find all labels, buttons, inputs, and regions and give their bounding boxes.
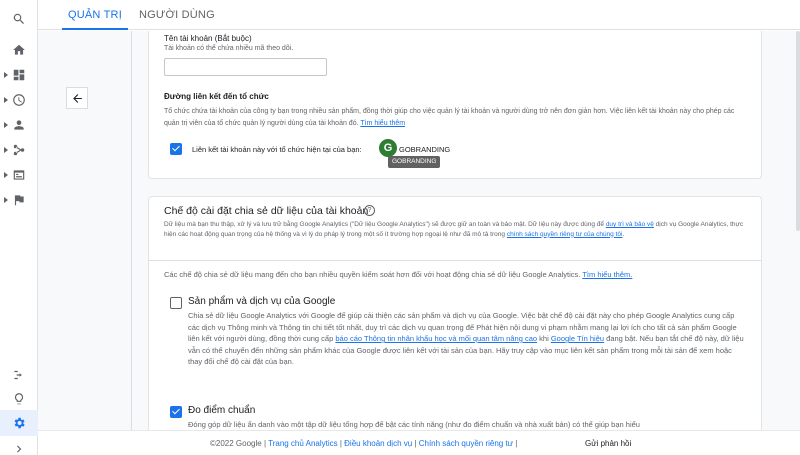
expand-caret-icon bbox=[4, 122, 8, 128]
organization-link-text: Tổ chức chứa tài khoản của công ty bạn t… bbox=[164, 108, 735, 127]
maintain-protect-link[interactable]: duy trì và bảo vệ bbox=[606, 221, 654, 228]
account-name-label: Tên tài khoản (Bắt buộc) bbox=[164, 34, 252, 43]
back-button[interactable] bbox=[66, 87, 88, 109]
help-icon[interactable]: ? bbox=[364, 205, 375, 216]
discover-icon[interactable] bbox=[0, 386, 38, 412]
sep-4: | bbox=[513, 439, 518, 448]
data-sharing-title: Chế độ cài đặt chia sẻ dữ liệu của tài k… bbox=[164, 205, 369, 217]
left-nav-rail bbox=[0, 0, 38, 455]
option1-text-2: khi bbox=[537, 334, 551, 343]
copyright: ©2022 Google bbox=[210, 439, 262, 448]
data-sharing-card: Chế độ cài đặt chia sẻ dữ liệu của tài k… bbox=[148, 196, 762, 430]
acquisition-icon[interactable] bbox=[0, 137, 38, 163]
expand-icon[interactable] bbox=[0, 436, 38, 455]
desc-text-3: . bbox=[622, 230, 625, 238]
desc-text-1: Dữ liệu mà bạn thu thập, xử lý và lưu tr… bbox=[164, 221, 606, 228]
google-products-checkbox[interactable] bbox=[170, 297, 182, 309]
link-organization-checkbox[interactable] bbox=[170, 143, 182, 155]
demographics-report-link[interactable]: báo cáo Thông tin nhân khẩu học và mối q… bbox=[335, 334, 537, 343]
terms-link[interactable]: Điều khoản dịch vụ bbox=[344, 439, 412, 448]
expand-caret-icon bbox=[4, 97, 8, 103]
customization-icon[interactable] bbox=[0, 62, 38, 88]
organization-logo: G bbox=[379, 139, 397, 157]
data-sharing-description: Dữ liệu mà bạn thu thập, xử lý và lưu tr… bbox=[164, 220, 749, 239]
search-icon[interactable] bbox=[0, 6, 38, 32]
send-feedback-link[interactable]: Gửi phản hồi bbox=[585, 439, 631, 448]
account-name-hint: Tài khoản có thể chứa nhiều mã theo dõi. bbox=[164, 45, 294, 52]
link-organization-label: Liên kết tài khoản này với tổ chức hiện … bbox=[192, 145, 362, 154]
footer-links: ©2022 Google | Trang chủ Analytics | Điề… bbox=[210, 439, 517, 448]
audience-icon[interactable] bbox=[0, 112, 38, 138]
benchmarking-description: Đóng góp dữ liệu ẩn danh vào một tập dữ … bbox=[188, 420, 640, 429]
organization-link-title: Đường liên kết đến tổ chức bbox=[164, 92, 269, 101]
intro-learn-more-link[interactable]: Tìm hiểu thêm. bbox=[582, 270, 632, 279]
main-content: Tên tài khoản (Bắt buộc) Tài khoản có th… bbox=[38, 31, 800, 430]
expand-caret-icon bbox=[4, 72, 8, 78]
attribution-icon[interactable] bbox=[0, 362, 38, 388]
arrow-back-icon bbox=[72, 93, 82, 103]
footer: ©2022 Google | Trang chủ Analytics | Điề… bbox=[38, 430, 800, 455]
expand-caret-icon bbox=[4, 147, 8, 153]
admin-gear-icon[interactable] bbox=[0, 410, 38, 436]
left-panel bbox=[52, 31, 132, 430]
privacy-policy-link[interactable]: chính sách quyền riêng tư của chúng tôi bbox=[507, 231, 623, 238]
realtime-icon[interactable] bbox=[0, 87, 38, 113]
account-setup-card: Tên tài khoản (Bắt buộc) Tài khoản có th… bbox=[148, 31, 762, 179]
organization-tooltip: GOBRANDING bbox=[388, 156, 441, 168]
divider bbox=[149, 260, 761, 261]
scrollbar[interactable] bbox=[796, 31, 800, 231]
benchmarking-checkbox[interactable] bbox=[170, 406, 182, 418]
privacy-link[interactable]: Chính sách quyền riêng tư bbox=[419, 439, 513, 448]
google-products-title: Sản phẩm và dịch vụ của Google bbox=[188, 296, 336, 307]
expand-caret-icon bbox=[4, 172, 8, 178]
expand-caret-icon bbox=[4, 197, 8, 203]
admin-tab-bar: QUẢN TRỊ NGƯỜI DÙNG bbox=[38, 0, 800, 30]
google-products-description: Chia sẻ dữ liệu Google Analytics với Goo… bbox=[188, 310, 748, 368]
google-signals-link[interactable]: Google Tín hiệu bbox=[551, 334, 604, 343]
account-name-input[interactable] bbox=[164, 58, 327, 76]
benchmarking-title: Đo điểm chuẩn bbox=[188, 405, 256, 416]
intro-text: Các chế độ chia sẻ dữ liệu mang đến cho … bbox=[164, 270, 581, 279]
learn-more-link[interactable]: Tìm hiểu thêm bbox=[360, 120, 405, 127]
analytics-home-link[interactable]: Trang chủ Analytics bbox=[268, 439, 338, 448]
tab-admin[interactable]: QUẢN TRỊ bbox=[62, 0, 128, 30]
tab-user[interactable]: NGƯỜI DÙNG bbox=[139, 0, 215, 30]
home-icon[interactable] bbox=[0, 37, 38, 63]
behavior-icon[interactable] bbox=[0, 162, 38, 188]
data-sharing-intro: Các chế độ chia sẻ dữ liệu mang đến cho … bbox=[164, 270, 632, 279]
organization-name: GOBRANDING bbox=[399, 145, 451, 154]
conversions-icon[interactable] bbox=[0, 187, 38, 213]
organization-link-description: Tổ chức chứa tài khoản của công ty bạn t… bbox=[164, 106, 749, 130]
